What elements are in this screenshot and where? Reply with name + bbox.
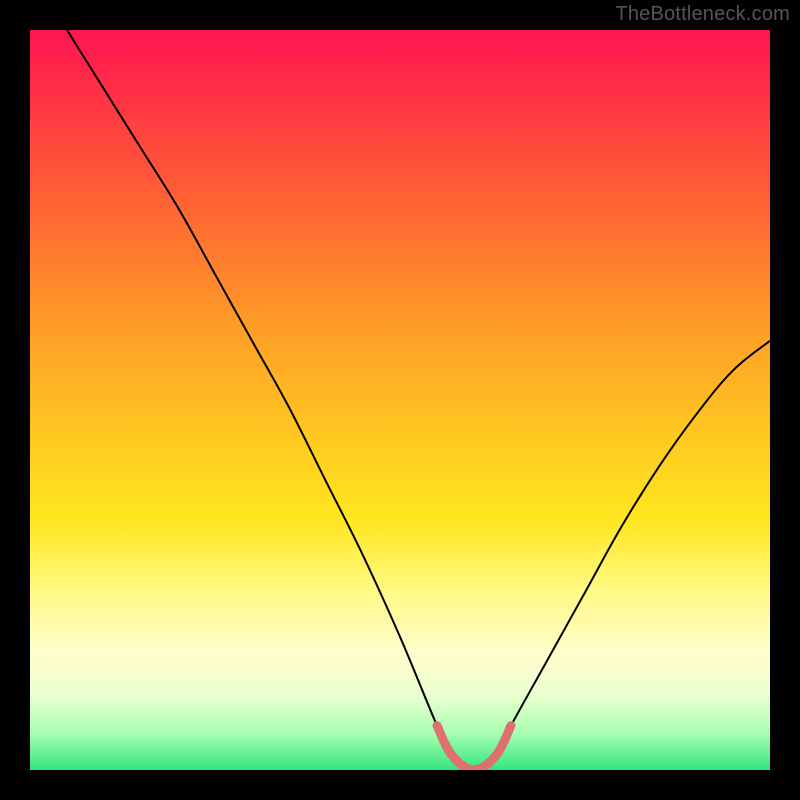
chart-frame: TheBottleneck.com <box>0 0 800 800</box>
curve-highlight <box>437 726 511 770</box>
plot-area <box>30 30 770 770</box>
curve-path <box>30 30 770 770</box>
watermark-text: TheBottleneck.com <box>615 3 790 26</box>
bottleneck-curve <box>30 30 770 770</box>
